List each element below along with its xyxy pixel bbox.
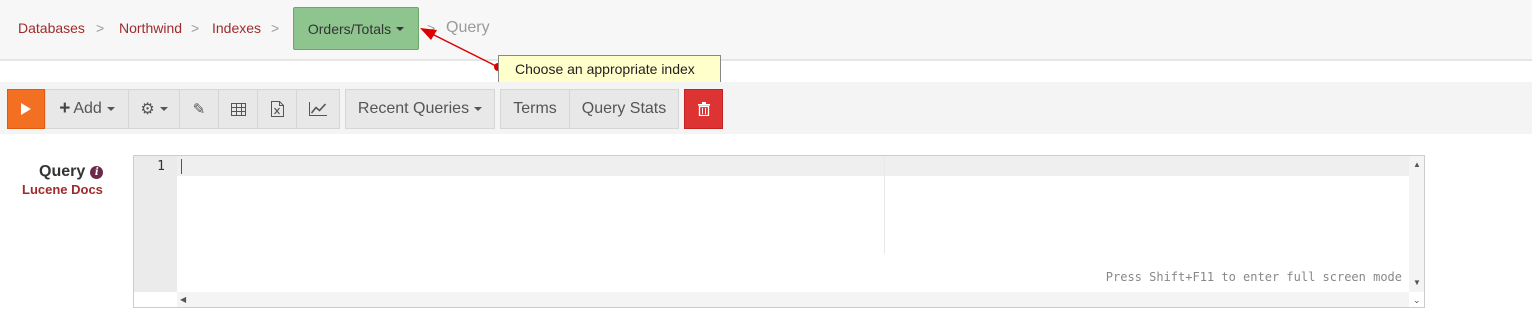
text-cursor [181, 159, 182, 174]
scroll-up-icon[interactable]: ▲ [1413, 160, 1421, 169]
gear-icon: ⚙ [140, 101, 155, 118]
add-label: Add [73, 100, 102, 117]
breadcrumb-northwind[interactable]: Northwind [119, 20, 182, 36]
chevron-down-icon [396, 26, 405, 31]
breadcrumb-separator: > [191, 20, 200, 36]
edit-index-button[interactable]: ✎ [179, 89, 219, 129]
chevron-down-icon [159, 107, 168, 111]
breadcrumb-separator: > [427, 20, 436, 36]
fullscreen-hint: Press Shift+F11 to enter full screen mod… [1105, 270, 1402, 284]
chevron-down-icon [474, 107, 483, 111]
table-icon [230, 102, 246, 116]
index-selector-button[interactable]: Orders/Totals [293, 7, 419, 50]
scroll-down-icon[interactable]: ▼ [1413, 278, 1421, 287]
tooltip-text: Choose an appropriate index [515, 61, 695, 77]
line-number: 1 [157, 159, 165, 174]
query-stats-button[interactable]: Query Stats [569, 89, 679, 129]
trash-icon [697, 102, 710, 116]
print-margin [884, 156, 885, 254]
pencil-icon: ✎ [192, 101, 206, 118]
chevron-down-icon [106, 107, 115, 111]
scrollbar-corner: ⌄ [1409, 292, 1424, 307]
breadcrumb-indexes[interactable]: Indexes [212, 20, 261, 36]
delete-button[interactable] [684, 89, 723, 129]
query-stats-label: Query Stats [581, 100, 667, 117]
index-selector-label: Orders/Totals [307, 20, 392, 37]
editor-gutter: 1 [134, 156, 177, 292]
terms-label: Terms [513, 100, 557, 117]
breadcrumb-separator: > [271, 20, 280, 36]
query-editor[interactable]: 1 Press Shift+F11 to enter full screen m… [133, 155, 1425, 308]
query-toolbar: + Add ⚙ ✎ Recent Queries Terms Query Sta… [0, 82, 1532, 134]
vertical-scrollbar[interactable]: ▲ ▼ [1409, 156, 1424, 292]
info-icon[interactable]: i [90, 166, 104, 179]
stats-chart-button[interactable] [296, 89, 340, 129]
breadcrumb-databases[interactable]: Databases [18, 20, 85, 36]
breadcrumb-separator: > [96, 20, 105, 36]
breadcrumb: Databases > Northwind > Indexes > Orders… [0, 0, 1532, 61]
play-icon [21, 103, 31, 115]
breadcrumb-current: Query [446, 19, 490, 36]
settings-button[interactable]: ⚙ [128, 89, 180, 129]
recent-queries-label: Recent Queries [357, 100, 470, 117]
table-view-button[interactable] [218, 89, 258, 129]
query-label: Query i [39, 163, 104, 181]
terms-button[interactable]: Terms [500, 89, 570, 129]
lucene-docs-link[interactable]: Lucene Docs [22, 182, 103, 197]
line-chart-icon [309, 102, 327, 116]
add-button[interactable]: + Add [45, 89, 129, 129]
horizontal-scrollbar[interactable]: ◀ [177, 292, 1410, 307]
scroll-left-icon[interactable]: ◀ [180, 295, 186, 304]
query-label-text: Query [39, 163, 86, 180]
excel-file-icon [270, 101, 284, 117]
index-tooltip: Choose an appropriate index [498, 55, 721, 84]
export-excel-button[interactable] [257, 89, 297, 129]
run-query-button[interactable] [7, 89, 45, 129]
chevron-down-icon[interactable]: ⌄ [1413, 295, 1421, 306]
recent-queries-button[interactable]: Recent Queries [345, 89, 495, 129]
plus-icon: + [59, 98, 71, 119]
active-line [177, 156, 1410, 176]
